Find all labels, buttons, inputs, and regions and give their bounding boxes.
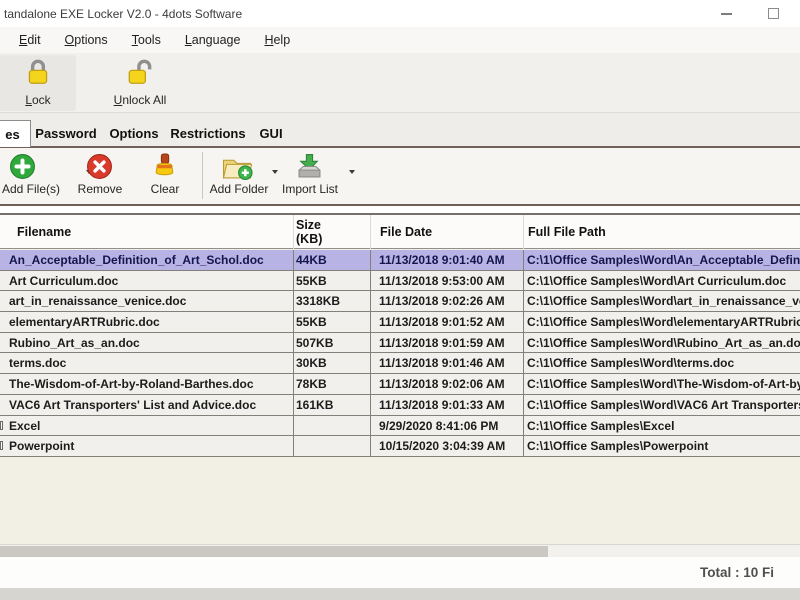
maximize-icon [768,8,779,19]
tab-restrictions[interactable]: Restrictions [166,121,250,146]
import-list-icon[interactable] [296,153,323,185]
table-row[interactable]: Art Curriculum.doc 55KB 11/13/2018 9:53:… [0,271,800,292]
menu-tools[interactable]: Tools [127,31,166,49]
menu-edit[interactable]: Edit [14,31,46,49]
import-list-dropdown-icon[interactable] [349,170,355,174]
window-bottom-strip [0,588,800,600]
menu-options[interactable]: Options [60,31,113,49]
table-row[interactable]: terms.doc 30KB 11/13/2018 9:01:46 AM C:\… [0,353,800,374]
lock-button[interactable]: Lock [0,55,76,111]
status-bar: Total : 10 Fi [0,557,800,588]
table-row[interactable]: Powerpoint 10/15/2020 3:04:39 AM C:\1\Of… [0,436,800,457]
window-title: tandalone EXE Locker V2.0 - 4dots Softwa… [4,7,242,21]
total-files-label: Total : 10 Fi [700,565,774,580]
table-row[interactable]: VAC6 Art Transporters' List and Advice.d… [0,395,800,416]
add-folder-button[interactable]: Add Folder [208,182,270,196]
minimize-icon [721,13,732,15]
maximize-button[interactable] [750,0,796,27]
toolbar-separator [202,152,203,199]
table-row[interactable]: art_in_renaissance_venice.doc 3318KB 11/… [0,291,800,312]
menu-bar: Edit Options Tools Language Help [0,27,800,53]
scrollbar-thumb[interactable] [0,546,548,557]
remove-icon[interactable] [86,153,113,185]
tab-files[interactable]: es [0,120,31,147]
horizontal-scrollbar[interactable] [0,544,800,557]
tab-gui[interactable]: GUI [252,121,290,146]
remove-button[interactable]: Remove [76,182,124,196]
column-header-size[interactable]: Size (KB) [296,218,322,246]
unlock-all-button[interactable]: Unlock All [84,55,196,111]
table-row[interactable]: elementaryARTRubric.doc 55KB 11/13/2018 … [0,312,800,333]
table-header: Filename Size (KB) File Date Full File P… [0,215,800,249]
tab-options[interactable]: Options [104,121,164,146]
files-toolbar: Add File(s) Remove Clear [0,148,800,204]
unlock-all-label: Unlock All [114,93,167,107]
add-folder-dropdown-icon[interactable] [272,170,278,174]
divider [0,204,800,206]
column-header-path[interactable]: Full File Path [528,225,606,239]
add-files-button[interactable]: Add File(s) [0,182,64,196]
table-rows: An_Acceptable_Definition_of_Art_Schol.do… [0,250,800,457]
lock-closed-icon [23,57,53,92]
lock-label: Lock [25,93,50,107]
import-list-button[interactable]: Import List [282,182,338,196]
table-row[interactable]: Rubino_Art_as_an.doc 507KB 11/13/2018 9:… [0,333,800,354]
add-icon[interactable] [9,153,36,185]
minimize-button[interactable] [703,0,749,27]
column-header-date[interactable]: File Date [380,225,432,239]
lock-open-icon [125,57,155,92]
app-window: tandalone EXE Locker V2.0 - 4dots Softwa… [0,0,800,600]
table-row[interactable]: Excel 9/29/2020 8:41:06 PM C:\1\Office S… [0,416,800,437]
clear-button[interactable]: Clear [148,182,182,196]
column-header-filename[interactable]: Filename [17,225,71,239]
tab-bar: es Password Options Restrictions GUI [0,113,800,147]
menu-help[interactable]: Help [259,31,295,49]
table-row[interactable]: An_Acceptable_Definition_of_Art_Schol.do… [0,250,800,271]
expand-box-partial[interactable] [0,441,3,450]
file-table: Filename Size (KB) File Date Full File P… [0,213,800,544]
menu-language[interactable]: Language [180,31,246,49]
clear-brush-icon[interactable] [152,153,177,185]
tab-password[interactable]: Password [30,121,102,146]
main-toolbar: Lock Unlock All [0,53,800,113]
expand-box-partial[interactable] [0,421,3,430]
table-row[interactable]: The-Wisdom-of-Art-by-Roland-Barthes.doc … [0,374,800,395]
title-bar: tandalone EXE Locker V2.0 - 4dots Softwa… [0,0,800,27]
